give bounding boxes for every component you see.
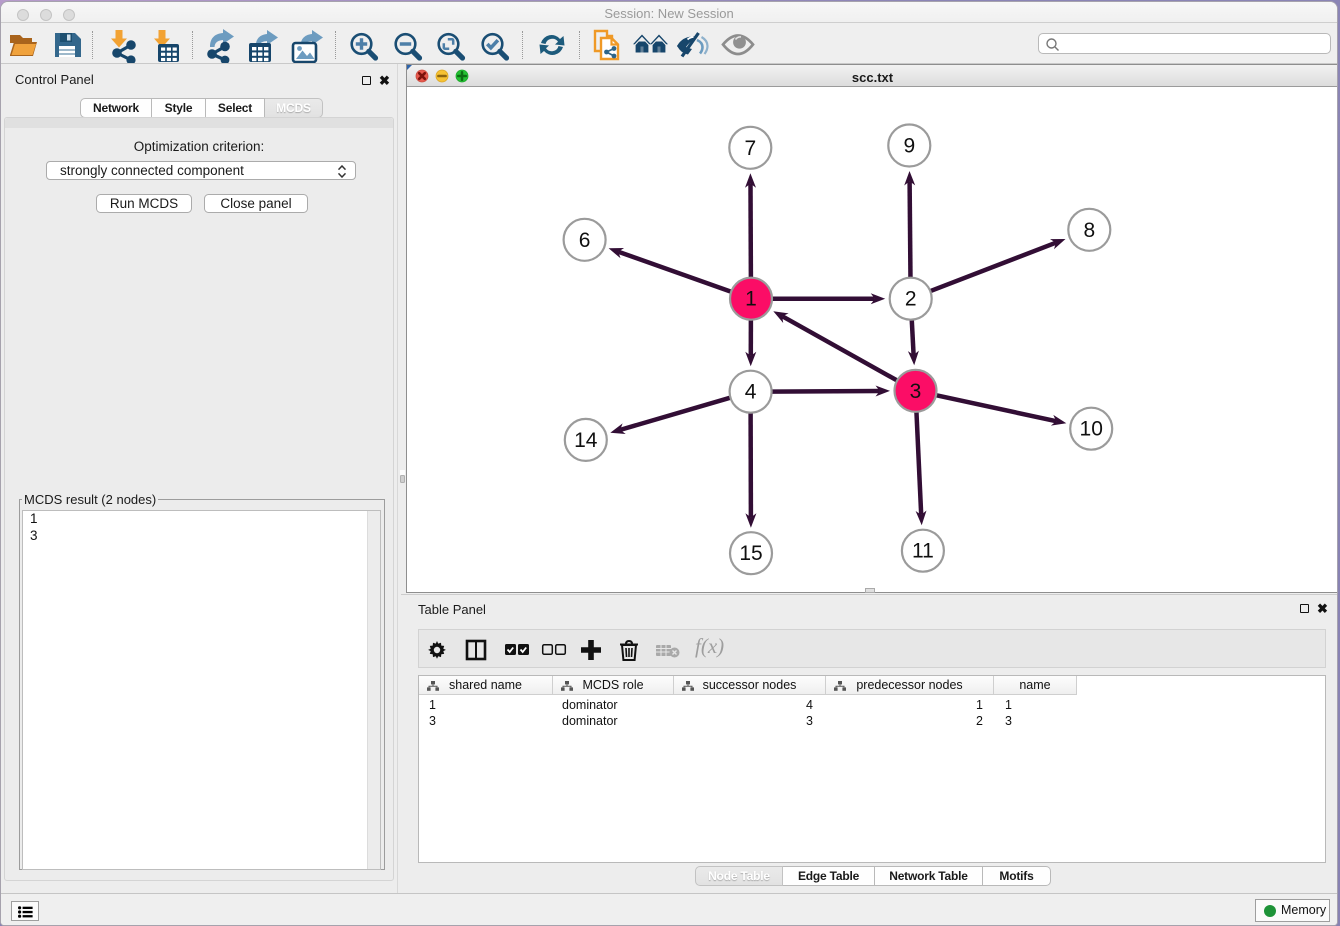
svg-text:2: 2 — [904, 287, 916, 310]
svg-text:15: 15 — [739, 542, 762, 565]
svg-text:3: 3 — [909, 379, 921, 402]
svg-text:8: 8 — [1083, 218, 1095, 241]
svg-text:14: 14 — [574, 428, 598, 451]
svg-text:11: 11 — [911, 539, 933, 562]
svg-text:9: 9 — [903, 134, 915, 157]
svg-text:6: 6 — [578, 228, 590, 251]
svg-text:1: 1 — [745, 287, 757, 310]
svg-text:4: 4 — [744, 380, 756, 403]
svg-text:10: 10 — [1079, 417, 1102, 440]
svg-text:7: 7 — [744, 136, 756, 159]
